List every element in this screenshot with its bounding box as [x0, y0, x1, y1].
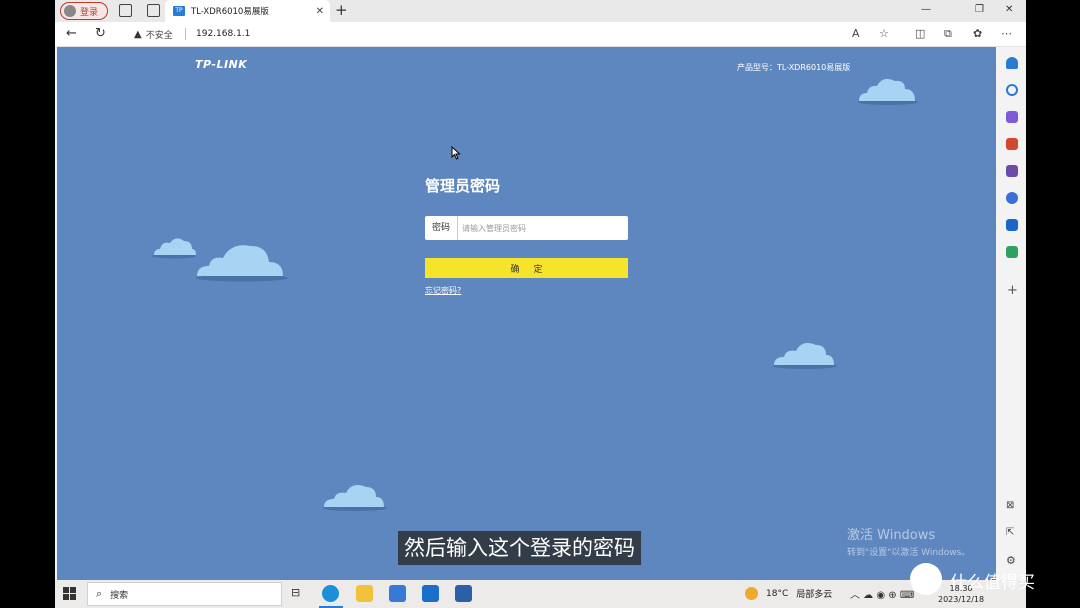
windows-activation-watermark: 激活 Windows 转到"设置"以激活 Windows。 — [847, 524, 970, 558]
system-tray-icons[interactable]: ︿ ☁ ◉ ⊕ ⌨ — [850, 586, 914, 601]
password-input[interactable] — [458, 216, 628, 240]
avatar — [64, 5, 76, 17]
drop-icon[interactable] — [1006, 246, 1018, 258]
notification-bell-icon[interactable] — [1006, 57, 1018, 69]
weather-temp: 18°C — [766, 588, 789, 599]
cloud-decoration — [152, 238, 196, 259]
password-label: 密码 — [425, 216, 458, 240]
extensions-icon[interactable]: ✿ — [973, 27, 982, 40]
collections-icon[interactable]: ⧉ — [944, 27, 952, 41]
weather-desc: 局部多云 — [796, 590, 833, 600]
router-login-page: TP-LINK 产品型号：TL-XDR6010易展版 管理员密码 密码 确定 忘… — [57, 47, 996, 580]
games-icon[interactable] — [1006, 165, 1018, 177]
forgot-password-link[interactable]: 忘记密码? — [425, 285, 461, 296]
weather-icon — [745, 587, 758, 600]
brand-logo: TP-LINK — [195, 58, 248, 71]
tab-router-admin[interactable]: TP TL-XDR6010易展版 ✕ — [165, 0, 330, 22]
search-label: 搜索 — [110, 590, 129, 601]
warning-icon: ▲ — [134, 29, 142, 40]
profile-label: 登录 — [80, 7, 99, 18]
site-watermark-text: 什么值得买 — [950, 573, 1035, 593]
page-title: 管理员密码 — [425, 177, 501, 195]
split-screen-icon[interactable]: ◫ — [915, 27, 925, 40]
watermark-subtitle: 转到"设置"以激活 Windows。 — [847, 548, 971, 558]
restore-icon[interactable]: ❐ — [975, 4, 984, 15]
site-logo-icon — [910, 563, 942, 595]
open-external-icon[interactable]: ⇱ — [1006, 527, 1014, 538]
file-explorer-icon[interactable] — [356, 585, 373, 602]
workspaces-icon[interactable] — [119, 4, 132, 17]
more-menu-icon[interactable]: ⋯ — [1001, 27, 1012, 40]
mouse-cursor-icon — [451, 146, 461, 160]
watermark-title: 激活 Windows — [847, 528, 936, 543]
search-icon: ⌕ — [96, 587, 103, 600]
cloud-decoration — [196, 245, 288, 282]
browser-window: 登录 TP TL-XDR6010易展版 ✕ + — ❐ ✕ ← ↻ ▲ 不安全 … — [55, 0, 1026, 580]
security-label: 不安全 — [145, 31, 173, 41]
clock-date: 2023/12/18 — [938, 595, 985, 604]
hide-sidebar-icon[interactable]: ⊠ — [1006, 500, 1014, 511]
settings-gear-icon[interactable]: ⚙ — [1006, 554, 1016, 567]
favorite-star-icon[interactable]: ☆ — [879, 27, 889, 40]
refresh-icon[interactable]: ↻ — [95, 26, 106, 41]
close-window-icon[interactable]: ✕ — [1005, 4, 1013, 15]
divider — [185, 28, 186, 40]
app-icon[interactable] — [455, 585, 472, 602]
edge-app-icon[interactable] — [322, 585, 339, 602]
address-bar: ← ↻ ▲ 不安全 192.168.1.1 A ☆ ◫ ⧉ ✿ ⋯ — [55, 22, 1026, 47]
back-icon[interactable]: ← — [66, 26, 77, 41]
windows-taskbar: ⌕ 搜索 ⊟ 18°C 局部多云 ︿ ☁ ◉ ⊕ ⌨ 18:30 2023/12… — [55, 580, 1026, 608]
weather-widget[interactable]: 18°C 局部多云 — [745, 587, 832, 600]
outlook-icon[interactable] — [1006, 219, 1018, 231]
tab-bar: 登录 TP TL-XDR6010易展版 ✕ + — ❐ ✕ — [55, 0, 1026, 22]
tab-title: TL-XDR6010易展版 — [191, 7, 269, 17]
copilot-icon[interactable] — [1006, 192, 1018, 204]
cloud-decoration — [323, 485, 387, 511]
minimize-icon[interactable]: — — [921, 4, 931, 15]
taskbar-search[interactable]: ⌕ 搜索 — [87, 582, 282, 606]
tools-icon[interactable] — [1006, 138, 1018, 150]
shopping-tag-icon[interactable] — [1006, 111, 1018, 123]
edge-sidebar: + ⊠ ⇱ ⚙ — [998, 47, 1026, 580]
read-aloud-icon[interactable]: A — [852, 27, 860, 40]
cloud-decoration — [858, 78, 918, 105]
security-indicator[interactable]: ▲ 不安全 — [134, 28, 173, 41]
new-tab-button[interactable]: + — [335, 1, 348, 19]
task-view-icon[interactable]: ⊟ — [291, 586, 300, 599]
url-field[interactable]: 192.168.1.1 — [196, 29, 250, 39]
product-model: 产品型号：TL-XDR6010易展版 — [737, 63, 851, 72]
mail-icon[interactable] — [422, 585, 439, 602]
profile-button[interactable]: 登录 — [60, 2, 108, 20]
close-tab-icon[interactable]: ✕ — [316, 6, 324, 17]
search-icon[interactable] — [1006, 84, 1018, 96]
store-icon[interactable] — [389, 585, 406, 602]
confirm-button[interactable]: 确定 — [425, 258, 628, 278]
video-subtitle: 然后输入这个登录的密码 — [398, 531, 641, 565]
cloud-decoration — [773, 343, 837, 369]
tab-actions-icon[interactable] — [147, 4, 160, 17]
tp-link-favicon-icon: TP — [173, 6, 185, 16]
password-field: 密码 — [425, 216, 628, 240]
add-sidebar-icon[interactable]: + — [1007, 283, 1018, 298]
windows-start-icon[interactable] — [63, 587, 76, 600]
